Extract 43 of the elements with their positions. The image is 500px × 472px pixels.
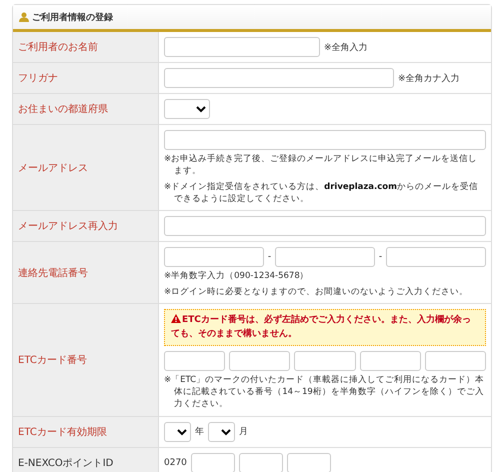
- text-field[interactable]: [238, 452, 283, 472]
- text-field[interactable]: [424, 350, 486, 371]
- unit-label: 年: [195, 426, 204, 438]
- text-field[interactable]: [164, 216, 486, 236]
- text-field[interactable]: [294, 350, 356, 371]
- field-label: メールアドレス: [18, 162, 88, 175]
- field-label: ご利用者のお名前: [18, 40, 98, 54]
- warning-icon: [171, 314, 181, 323]
- text-field[interactable]: [164, 68, 394, 88]
- text-field[interactable]: [164, 247, 264, 268]
- text-field[interactable]: [286, 452, 331, 472]
- note-text: ※ログイン時に必要となりますので、お間違いのないようご入力ください。: [164, 286, 470, 298]
- date-select[interactable]: [164, 422, 191, 442]
- section-title: ご利用者情報の登録: [32, 11, 113, 24]
- input-hint: ※全角カナ入力: [398, 72, 460, 84]
- text-field[interactable]: [229, 350, 290, 371]
- separator: -: [378, 252, 382, 262]
- field-label: お住まいの都道府県: [18, 102, 108, 116]
- text-field[interactable]: [360, 350, 421, 371]
- text-field[interactable]: [275, 247, 375, 268]
- text-field[interactable]: [164, 130, 486, 150]
- field-label: E-NEXCOポイントID: [18, 456, 114, 470]
- note-text: ※「ETC」のマークの付いたカード（車載器に挿入してご利用になるカード）本体に記載されている番号（14～19桁）を半角数字（ハイフンを除く）でご入力ください。: [164, 374, 486, 411]
- text-field[interactable]: [164, 350, 226, 371]
- warning-text: ETCカード番号は、必ず左詰めでご入力ください。また、入力欄が余っても、そのままで構いません。: [171, 312, 472, 342]
- field-label: フリガナ: [18, 72, 58, 85]
- id-prefix: 0270: [164, 458, 187, 468]
- text-field[interactable]: [164, 37, 320, 57]
- note-text: ※半角数字入力（090-1234-5678）: [164, 270, 310, 283]
- prefecture-select[interactable]: [164, 99, 210, 119]
- field-label: メールアドレス再入力: [18, 220, 118, 234]
- field-label: ETCカード番号: [18, 354, 87, 367]
- field-label: ETCカード有効期限: [18, 426, 107, 439]
- input-hint: ※全角入力: [324, 42, 368, 54]
- text-field[interactable]: [386, 247, 486, 268]
- unit-label: 月: [239, 426, 248, 438]
- person-icon: [19, 12, 29, 22]
- field-label: 連絡先電話番号: [18, 266, 88, 280]
- separator: -: [268, 252, 272, 262]
- text-field[interactable]: [190, 452, 235, 472]
- note-text: ※お申込み手続き完了後、ご登録のメールアドレスに申込完了メールを送信します。: [164, 153, 478, 178]
- note-text: ※ドメイン指定受信をされている方は、driveplaza.comからのメールを受信できるように設定してください。: [164, 180, 480, 206]
- date-select[interactable]: [208, 422, 235, 442]
